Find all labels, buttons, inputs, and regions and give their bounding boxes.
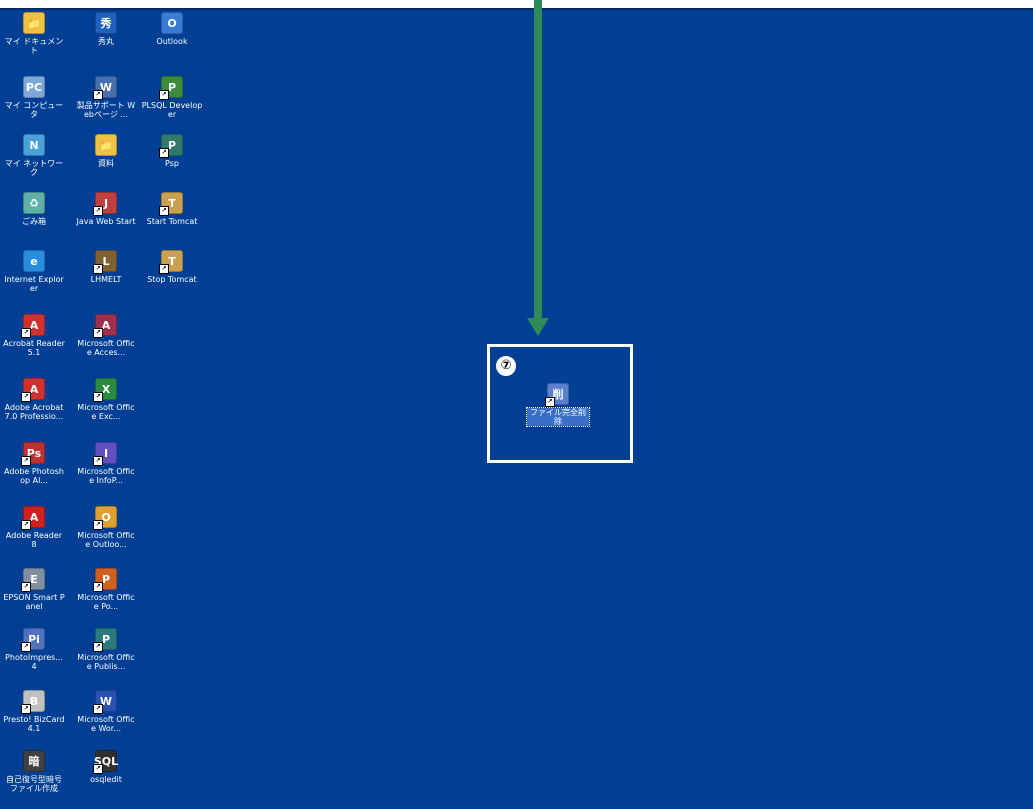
desktop-icon-photoshop-album[interactable]: Ps ↗ Adobe Photoshop Al... xyxy=(2,442,66,485)
desktop-icon-outlook[interactable]: O Outlook xyxy=(140,12,204,46)
photoshop-album-icon: Ps ↗ xyxy=(21,442,45,466)
step-number-marker: ⑦ xyxy=(496,356,516,376)
desktop-icon-self-decrypt-file[interactable]: 暗自己復号型暗号ファイル作成 xyxy=(2,750,66,793)
presto-bizcard-icon: B ↗ xyxy=(21,690,45,714)
desktop-icon-ms-infopath[interactable]: I ↗ Microsoft Office InfoP... xyxy=(74,442,138,485)
plsql-developer-icon: P ↗ xyxy=(159,76,183,100)
desktop-icon-adobe-reader[interactable]: A ↗ Adobe Reader 8 xyxy=(2,506,66,549)
recycle-bin-icon: ♻ xyxy=(23,192,45,214)
desktop-icon-osqledit[interactable]: SQL ↗ osqledit xyxy=(74,750,138,784)
tomcat-icon: T ↗ xyxy=(159,192,183,216)
annotation-arrow-head xyxy=(527,318,549,336)
desktop-icon-recycle-bin[interactable]: ♻ ごみ箱 xyxy=(2,192,66,226)
desktop-icon-label: 資料 xyxy=(98,159,114,168)
ms-infopath-icon: I ↗ xyxy=(93,442,117,466)
desktop-icon-label: 秀丸 xyxy=(98,37,114,46)
desktop-icon-label: PhotoImpres... 4 xyxy=(5,653,63,671)
desktop-icon-label: Microsoft Office Outloo... xyxy=(77,531,135,549)
desktop-icon-psp[interactable]: P ↗ Psp xyxy=(140,134,204,168)
ms-word-icon: W ↗ xyxy=(93,690,117,714)
desktop-icon-ms-publisher[interactable]: P ↗ Microsoft Office Publis... xyxy=(74,628,138,671)
desktop-icon-label: Microsoft Office Publis... xyxy=(77,653,135,671)
desktop-icon-label: 製品サポート Webページ ... xyxy=(76,101,136,119)
desktop-icon-label: Adobe Acrobat 7.0 Professio... xyxy=(4,403,64,421)
folder-icon: 📁 xyxy=(95,134,117,156)
lhmelt-icon: L ↗ xyxy=(93,250,117,274)
desktop-icon-label: Stop Tomcat xyxy=(147,275,197,284)
hidemaru-icon: 秀 xyxy=(95,12,117,34)
desktop-icon-label: マイ コンピュータ xyxy=(4,101,64,119)
desktop-icon-label: マイ ドキュメント xyxy=(4,37,64,55)
desktop-icon-tomcat[interactable]: T ↗ Start Tomcat xyxy=(140,192,204,226)
desktop-icon-my-computer[interactable]: PC マイ コンピュータ xyxy=(2,76,66,119)
desktop-icon-label: Microsoft Office InfoP... xyxy=(77,467,135,485)
desktop-icon-java-web-start[interactable]: J ↗ Java Web Start xyxy=(74,192,138,226)
desktop-icon-label: Adobe Reader 8 xyxy=(5,531,63,549)
desktop-icon-label: Microsoft Office Exc... xyxy=(77,403,135,421)
my-network-icon: N xyxy=(23,134,45,156)
desktop-icon-label: Microsoft Office Acces... xyxy=(77,339,135,357)
self-decrypt-file-icon: 暗 xyxy=(23,750,45,772)
desktop-icon-label: Outlook xyxy=(156,37,188,46)
my-documents-icon: 📁 xyxy=(23,12,45,34)
desktop-icon-label: Presto! BizCard 4.1 xyxy=(3,715,65,733)
ms-access-icon: A ↗ xyxy=(93,314,117,338)
desktop-icon-ms-word[interactable]: W ↗ Microsoft Office Wor... xyxy=(74,690,138,733)
ms-publisher-icon: P ↗ xyxy=(93,628,117,652)
desktop-icon-ms-access[interactable]: A ↗ Microsoft Office Acces... xyxy=(74,314,138,357)
desktop-icon-label: Internet Explorer xyxy=(4,275,64,293)
ms-outlook-icon: O ↗ xyxy=(93,506,117,530)
desktop-icon-adobe-acrobat[interactable]: A ↗ Adobe Acrobat 7.0 Professio... xyxy=(2,378,66,421)
tomcat-icon: T ↗ xyxy=(159,250,183,274)
outlook-icon: O xyxy=(161,12,183,34)
desktop-icon-tomcat[interactable]: T ↗ Stop Tomcat xyxy=(140,250,204,284)
desktop-icon-label: 自己復号型暗号ファイル作成 xyxy=(6,775,62,793)
file-shredder-shortcut[interactable]: 削 ↗ ファイル完全削除 xyxy=(526,383,590,427)
desktop-icon-label: ごみ箱 xyxy=(22,217,46,226)
desktop-icon-plsql-developer[interactable]: P ↗ PLSQL Developer xyxy=(140,76,204,119)
desktop-icon-label: osqledit xyxy=(90,775,122,784)
epson-smart-panel-icon: E ↗ xyxy=(21,568,45,592)
psp-icon: P ↗ xyxy=(159,134,183,158)
desktop-icon-hidemaru[interactable]: 秀秀丸 xyxy=(74,12,138,46)
desktop-icon-internet-explorer[interactable]: e Internet Explorer xyxy=(2,250,66,293)
desktop-icon-my-documents[interactable]: 📁 マイ ドキュメント xyxy=(2,12,66,55)
desktop-icon-label: Acrobat Reader 5.1 xyxy=(3,339,65,357)
desktop-icon-epson-smart-panel[interactable]: E ↗ EPSON Smart Panel xyxy=(2,568,66,611)
desktop-icon-photoimpression[interactable]: Pi ↗ PhotoImpres... 4 xyxy=(2,628,66,671)
desktop-icon-label: EPSON Smart Panel xyxy=(3,593,65,611)
desktop-icon-label: LHMELT xyxy=(90,275,122,284)
desktop-icon-label: Microsoft Office Wor... xyxy=(77,715,135,733)
desktop-icon-my-network[interactable]: N マイ ネットワーク xyxy=(2,134,66,177)
file-shredder-icon: 削 ↗ xyxy=(545,383,569,407)
desktop-icon-ms-powerpoint[interactable]: P ↗ Microsoft Office Po... xyxy=(74,568,138,611)
ms-excel-icon: X ↗ xyxy=(93,378,117,402)
photoimpression-icon: Pi ↗ xyxy=(21,628,45,652)
adobe-reader-icon: A ↗ xyxy=(21,506,45,530)
desktop-icon-label: PLSQL Developer xyxy=(141,101,203,119)
desktop-icon-product-support[interactable]: W ↗ 製品サポート Webページ ... xyxy=(74,76,138,119)
desktop-icon-label: Psp xyxy=(165,159,179,168)
desktop-icon-label: Adobe Photoshop Al... xyxy=(4,467,64,485)
desktop-icon-acrobat-reader[interactable]: A ↗ Acrobat Reader 5.1 xyxy=(2,314,66,357)
desktop-icon-label: Java Web Start xyxy=(76,217,136,226)
desktop-icon-folder[interactable]: 📁 資料 xyxy=(74,134,138,168)
internet-explorer-icon: e xyxy=(23,250,45,272)
desktop-icon-ms-outlook[interactable]: O ↗ Microsoft Office Outloo... xyxy=(74,506,138,549)
adobe-acrobat-icon: A ↗ xyxy=(21,378,45,402)
osqledit-icon: SQL ↗ xyxy=(93,750,118,774)
my-computer-icon: PC xyxy=(23,76,45,98)
desktop-icon-label: Microsoft Office Po... xyxy=(77,593,135,611)
ms-powerpoint-icon: P ↗ xyxy=(93,568,117,592)
file-shredder-label: ファイル完全削除 xyxy=(526,407,590,427)
desktop-icon-ms-excel[interactable]: X ↗ Microsoft Office Exc... xyxy=(74,378,138,421)
desktop-icon-presto-bizcard[interactable]: B ↗ Presto! BizCard 4.1 xyxy=(2,690,66,733)
desktop-icon-label: マイ ネットワーク xyxy=(4,159,64,177)
desktop-icon-lhmelt[interactable]: L ↗ LHMELT xyxy=(74,250,138,284)
acrobat-reader-icon: A ↗ xyxy=(21,314,45,338)
annotation-arrow-shaft xyxy=(534,0,542,320)
desktop-icon-label: Start Tomcat xyxy=(146,217,198,226)
product-support-icon: W ↗ xyxy=(93,76,117,100)
java-web-start-icon: J ↗ xyxy=(93,192,117,216)
